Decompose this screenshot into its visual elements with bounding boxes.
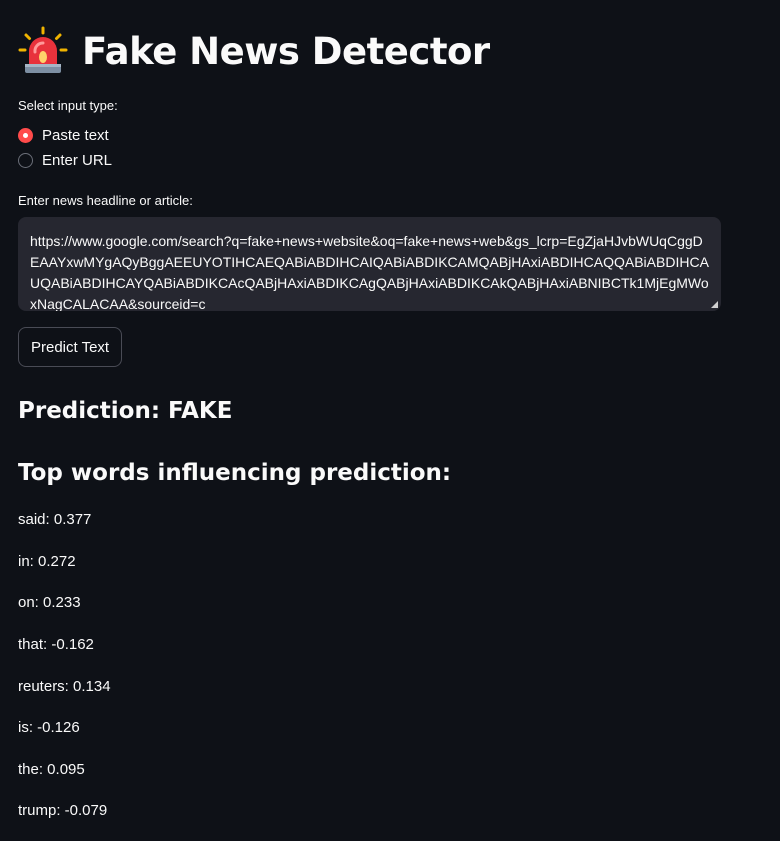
top-word-item: on: 0.233 <box>18 594 81 611</box>
radio-selected-icon[interactable] <box>18 128 33 143</box>
top-word-item: that: -0.162 <box>18 636 94 653</box>
predict-button[interactable]: Predict Text <box>18 327 123 367</box>
top-word-item: said: 0.377 <box>18 511 92 528</box>
top-word-item: reuters: 0.134 <box>18 678 111 695</box>
radio-paste-text[interactable]: Paste text <box>18 127 109 144</box>
radio-enter-url-label: Enter URL <box>42 152 113 169</box>
top-word-item: the: 0.095 <box>18 761 85 778</box>
top-words-heading: Top words influencing prediction: <box>18 460 452 486</box>
resize-handle-icon[interactable] <box>711 301 718 308</box>
radio-paste-text-label: Paste text <box>42 127 109 144</box>
article-textarea[interactable]: https://www.google.com/search?q=fake+new… <box>18 217 721 311</box>
title-row: Fake News Detector <box>18 26 490 76</box>
input-type-label: Select input type: <box>18 98 118 113</box>
top-word-item: is: -0.126 <box>18 719 80 736</box>
article-textarea-value: https://www.google.com/search?q=fake+new… <box>30 233 709 311</box>
radio-enter-url[interactable]: Enter URL <box>18 152 112 169</box>
top-word-item: in: 0.272 <box>18 553 76 570</box>
top-word-item: trump: -0.079 <box>18 802 108 819</box>
prediction-result: Prediction: FAKE <box>18 398 233 424</box>
article-input-label: Enter news headline or article: <box>18 193 193 208</box>
siren-icon <box>18 26 68 73</box>
page-title: Fake News Detector <box>82 29 490 73</box>
radio-unselected-icon[interactable] <box>18 153 33 168</box>
